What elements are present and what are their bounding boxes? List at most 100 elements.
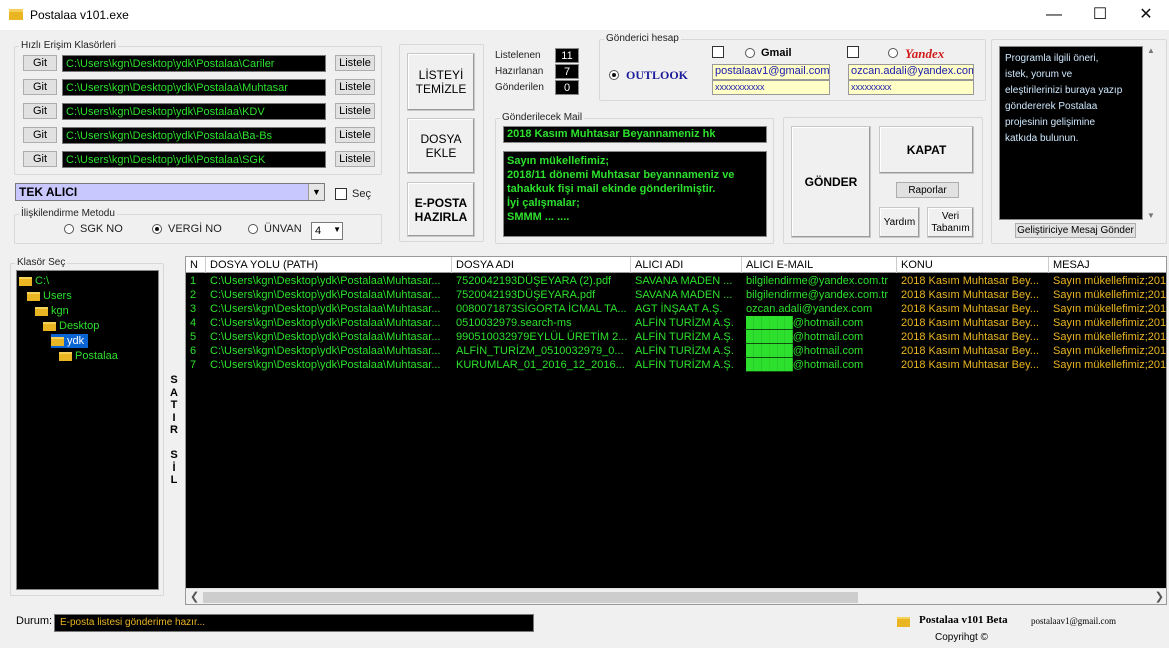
- table-row[interactable]: 4 C:\Users\kgn\Desktop\ydk\Postalaa\Muhta…: [186, 316, 1167, 330]
- clear-list-button[interactable]: LİSTEYİ TEMİZLE: [407, 53, 475, 111]
- feedback-textarea[interactable]: Programla ilgili öneri, istek, yorum ve el…: [999, 46, 1143, 220]
- file-table[interactable]: N DOSYA YOLU (PATH) DOSYA ADI ALICI ADI ALIC…: [185, 256, 1167, 605]
- list-button[interactable]: Listele: [335, 151, 375, 167]
- minimize-button[interactable]: —: [1031, 0, 1077, 30]
- go-button[interactable]: Git: [23, 103, 57, 119]
- title-bar: Postalaa v101.exe — ☐ ✕: [0, 0, 1169, 30]
- yandex-user-field[interactable]: ozcan.adali@yandex.com: [848, 64, 974, 80]
- go-button[interactable]: Git: [23, 151, 57, 167]
- status-label: Durum:: [16, 615, 53, 627]
- go-button[interactable]: Git: [23, 79, 57, 95]
- radio-outlook[interactable]: [609, 70, 619, 80]
- footer-copyright: Copyrihgt ©: [935, 632, 988, 643]
- window-title: Postalaa v101.exe: [30, 8, 129, 22]
- tree-node-label: Desktop: [59, 320, 100, 332]
- prepare-email-button[interactable]: E-POSTA HAZIRLA: [407, 182, 475, 237]
- help-button[interactable]: Yardım: [879, 207, 920, 238]
- send-button[interactable]: GÖNDER: [791, 126, 871, 238]
- table-cell: Sayın mükellefimiz;2018: [1053, 345, 1167, 357]
- tree-node[interactable]: Postalaa: [59, 349, 118, 363]
- table-row[interactable]: 7 C:\Users\kgn\Desktop\ydk\Postalaa\Muhta…: [186, 358, 1166, 372]
- tree-node[interactable]: ydk: [51, 334, 89, 348]
- column-header[interactable]: DOSYA ADI: [452, 257, 631, 273]
- add-file-button[interactable]: DOSYA EKLE: [407, 118, 475, 174]
- list-button[interactable]: Listele: [335, 127, 375, 143]
- gmail-checkbox[interactable]: [712, 46, 724, 58]
- yandex-password-field[interactable]: xxxxxxxxx: [848, 80, 974, 95]
- scroll-right-icon[interactable]: ❯: [1155, 590, 1164, 603]
- table-row[interactable]: 6 C:\Users\kgn\Desktop\ydk\Postalaa\Muhta…: [186, 344, 1167, 358]
- scroll-left-icon[interactable]: ❮: [190, 590, 199, 603]
- database-button[interactable]: Veri Tabanım: [927, 207, 974, 238]
- column-header[interactable]: ALICI E-MAIL: [742, 257, 897, 273]
- close-app-button[interactable]: KAPAT: [879, 126, 974, 174]
- table-cell: C:\Users\kgn\Desktop\ydk\Postalaa\Muhtas…: [210, 275, 441, 287]
- delete-row-button[interactable]: SATIRSİL: [166, 256, 182, 586]
- table-row[interactable]: 5 C:\Users\kgn\Desktop\ydk\Postalaa\Muhta…: [186, 330, 1166, 344]
- table-cell: C:\Users\kgn\Desktop\ydk\Postalaa\Muhtas…: [210, 359, 441, 371]
- close-button[interactable]: ✕: [1123, 0, 1169, 30]
- column-header[interactable]: ALICI ADI: [631, 257, 742, 273]
- folder-icon: [9, 9, 23, 20]
- radio-sgk-no[interactable]: [64, 224, 74, 234]
- list-button[interactable]: Listele: [335, 103, 375, 119]
- reports-button[interactable]: Raporlar: [896, 182, 959, 198]
- folder-icon: [19, 276, 32, 286]
- go-button[interactable]: Git: [23, 127, 57, 143]
- tree-node[interactable]: C:\: [19, 274, 49, 288]
- folder-tree[interactable]: C:\ Users kgn Desktop ydk Postalaa: [16, 270, 159, 590]
- tree-node[interactable]: Users: [27, 289, 72, 303]
- recipient-mode-select[interactable]: TEK ALICI ▼: [15, 183, 325, 201]
- table-cell: Sayın mükellefimiz;2018: [1053, 317, 1167, 329]
- chevron-down-icon[interactable]: ▼: [308, 184, 324, 200]
- mail-body-field[interactable]: Sayın mükellefimiz; 2018/11 dönemi Muhtas…: [503, 151, 767, 237]
- go-button[interactable]: Git: [23, 55, 57, 71]
- quick-path-field[interactable]: C:\Users\kgn\Desktop\ydk\Postalaa\Muhtas…: [62, 79, 326, 96]
- quick-path-field[interactable]: C:\Users\kgn\Desktop\ydk\Postalaa\KDV: [62, 103, 326, 120]
- mail-subject-field[interactable]: 2018 Kasım Muhtasar Beyannameniz hk: [503, 126, 767, 143]
- tree-node[interactable]: Desktop: [43, 319, 99, 333]
- table-cell: 0080071873SİGORTA İCMAL TA...: [456, 303, 627, 315]
- gmail-password-field[interactable]: xxxxxxxxxxx: [712, 80, 830, 95]
- yandex-checkbox[interactable]: [847, 46, 859, 58]
- table-cell: ALFİN TURİZM A.Ş.: [635, 345, 734, 357]
- table-cell: 2: [190, 289, 197, 301]
- send-developer-message-button[interactable]: Geliştiriciye Mesaj Gönder: [1015, 223, 1136, 238]
- column-header[interactable]: DOSYA YOLU (PATH): [206, 257, 452, 273]
- table-row[interactable]: 2 C:\Users\kgn\Desktop\ydk\Postalaa\Muhta…: [186, 288, 1167, 302]
- table-cell: 6: [190, 345, 197, 357]
- table-row[interactable]: 1 C:\Users\kgn\Desktop\ydk\Postalaa\Muhta…: [186, 274, 1166, 288]
- quick-path-field[interactable]: C:\Users\kgn\Desktop\ydk\Postalaa\Ba-Bs: [62, 127, 326, 144]
- mail-body-line: SMMM ... ....: [507, 211, 570, 223]
- folder-icon: [43, 321, 56, 331]
- list-button[interactable]: Listele: [335, 79, 375, 95]
- quick-access-label: Hızlı Erişim Klasörleri: [19, 40, 119, 51]
- table-cell: 4: [190, 317, 197, 329]
- radio-vergi-no[interactable]: [152, 224, 162, 234]
- gmail-user-field[interactable]: postalaav1@gmail.com: [712, 64, 830, 80]
- table-cell: Sayın mükellefimiz;2018: [1053, 289, 1167, 301]
- scroll-down-icon[interactable]: ▼: [1147, 211, 1155, 220]
- quick-path-field[interactable]: C:\Users\kgn\Desktop\ydk\Postalaa\Carile…: [62, 55, 326, 72]
- column-header[interactable]: N: [186, 257, 206, 273]
- table-row[interactable]: 3 C:\Users\kgn\Desktop\ydk\Postalaa\Muhta…: [186, 302, 1166, 316]
- sent-count: 0: [555, 80, 579, 95]
- radio-yandex[interactable]: [888, 48, 898, 58]
- maximize-button[interactable]: ☐: [1077, 0, 1123, 30]
- feedback-scrollbar[interactable]: ▲ ▼: [1145, 46, 1159, 220]
- column-header[interactable]: MESAJ: [1049, 257, 1166, 273]
- radio-gmail[interactable]: [745, 48, 755, 58]
- scroll-thumb[interactable]: [203, 592, 858, 603]
- table-horizontal-scrollbar[interactable]: ❮ ❯: [186, 588, 1166, 604]
- quick-path-field[interactable]: C:\Users\kgn\Desktop\ydk\Postalaa\SGK: [62, 151, 326, 168]
- radio-unvan[interactable]: [248, 224, 258, 234]
- tree-node[interactable]: kgn: [35, 304, 69, 318]
- scroll-up-icon[interactable]: ▲: [1147, 46, 1155, 55]
- feedback-line: eleştirilerinizi buraya yazıp: [1005, 85, 1123, 96]
- column-header[interactable]: KONU: [897, 257, 1049, 273]
- list-button[interactable]: Listele: [335, 55, 375, 71]
- select-checkbox[interactable]: [335, 188, 347, 200]
- table-cell: 2018 Kasım Muhtasar Bey...: [901, 345, 1039, 357]
- number-select[interactable]: 4 ▼: [311, 222, 343, 240]
- table-cell: 2018 Kasım Muhtasar Bey...: [901, 275, 1039, 287]
